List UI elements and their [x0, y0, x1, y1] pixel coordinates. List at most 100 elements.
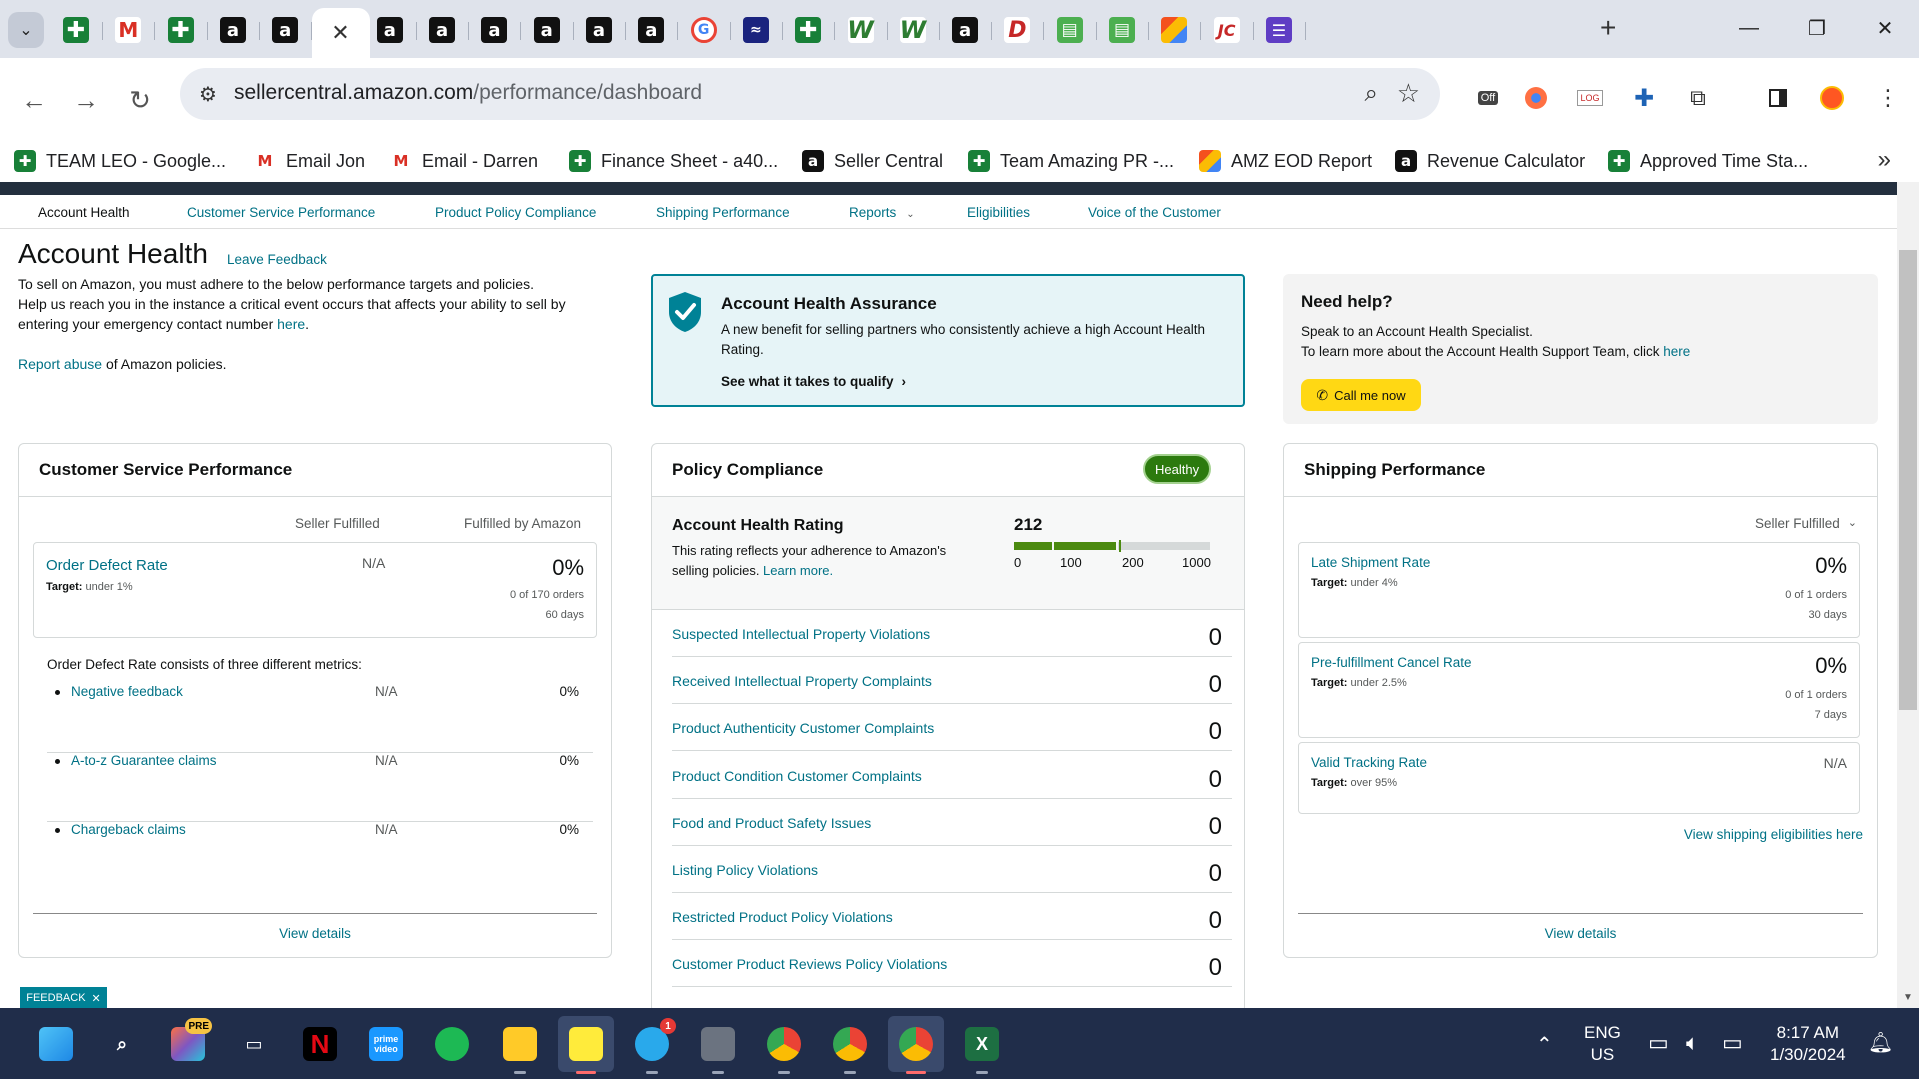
bookmark-star-icon[interactable]: ☆ [1397, 78, 1420, 109]
close-icon[interactable]: ✕ [92, 992, 101, 1005]
subnav-item[interactable]: Voice of the Customer [1088, 205, 1221, 220]
bookmark-item[interactable]: M Email Jon [254, 146, 365, 176]
site-settings-icon[interactable]: ⚙ [196, 82, 220, 106]
subnav-item[interactable]: Reports ⌄ [849, 205, 915, 220]
browser-tab[interactable]: a [521, 10, 574, 50]
login-extension-icon[interactable]: LOG [1572, 80, 1608, 116]
feedback-tab[interactable]: FEEDBACK ✕ [20, 987, 107, 1009]
browser-tab[interactable]: a [416, 10, 470, 50]
shipping-eligibilities-link[interactable]: View shipping eligibilities here [1684, 827, 1863, 842]
firefox-style-extension-icon[interactable] [1518, 80, 1554, 116]
browser-tab[interactable]: M [102, 10, 156, 50]
extension-off-icon[interactable]: Off [1470, 80, 1506, 116]
bookmark-item[interactable]: ✚ Team Amazing PR -... [968, 146, 1174, 176]
policy-row-link[interactable]: Food and Product Safety Issues [672, 815, 871, 831]
notifications-bell-icon[interactable]: 🔔︎ [1868, 1030, 1893, 1055]
browser-tab[interactable]: G [678, 10, 731, 50]
new-tab-button[interactable]: + [1600, 12, 1616, 44]
bookmarks-overflow-button[interactable]: » [1878, 146, 1891, 174]
tab-search-button[interactable]: ⌄ [8, 12, 44, 48]
close-window-button[interactable]: ✕ [1858, 10, 1912, 46]
telegram-taskbar-button[interactable]: 1 [624, 1016, 680, 1074]
address-bar[interactable]: ⚙ sellercentral.amazon.com/performance/d… [180, 68, 1440, 120]
metric-link[interactable]: Chargeback claims [71, 822, 186, 837]
copilot-taskbar-button[interactable]: PRE [160, 1016, 216, 1072]
policy-row-link[interactable]: Product Condition Customer Complaints [672, 768, 922, 784]
policy-row-link[interactable]: Listing Policy Violations [672, 862, 818, 878]
browser-tab[interactable]: JC [1201, 10, 1254, 50]
volume-icon[interactable]: 🔈︎ [1686, 1030, 1699, 1056]
bookmark-item[interactable]: ✚ Finance Sheet - a40... [569, 146, 778, 176]
subnav-item[interactable]: Customer Service Performance [187, 205, 375, 220]
chrome-active-taskbar-button[interactable] [888, 1016, 944, 1074]
network-icon[interactable]: ▭ [1648, 1030, 1669, 1056]
policy-row-link[interactable]: Restricted Product Policy Violations [672, 909, 893, 925]
csp-view-details-link[interactable]: View details [19, 926, 611, 941]
minimize-button[interactable]: — [1722, 10, 1776, 46]
browser-tab[interactable]: a [259, 10, 313, 50]
browser-tab[interactable] [1148, 10, 1202, 50]
browser-tab[interactable]: ☰ [1253, 10, 1306, 50]
browser-tab[interactable]: ✚ [782, 10, 836, 50]
leave-feedback-link[interactable]: Leave Feedback [227, 252, 327, 267]
subnav-item[interactable]: Product Policy Compliance [435, 205, 596, 220]
bookmark-item[interactable]: ✚ Approved Time Sta... [1608, 146, 1808, 176]
task-view-taskbar-button[interactable]: ▭ [226, 1016, 282, 1072]
browser-tab[interactable]: a [625, 10, 679, 50]
profile-avatar-icon[interactable] [1814, 80, 1850, 116]
file-explorer-taskbar-button[interactable] [492, 1016, 548, 1074]
back-button[interactable]: ← [14, 80, 54, 120]
prime-video-taskbar-button[interactable]: prime video [358, 1016, 414, 1072]
browser-tab[interactable]: ✚ [50, 10, 103, 50]
battery-icon[interactable]: ▭ [1722, 1030, 1743, 1056]
policy-row-link[interactable]: Customer Product Reviews Policy Violatio… [672, 956, 947, 972]
reload-button[interactable]: ↻ [120, 80, 160, 120]
browser-tab[interactable]: ≈ [730, 10, 783, 50]
browser-tab[interactable]: ▤ [1044, 10, 1097, 50]
bookmark-item[interactable]: a Seller Central [802, 146, 943, 176]
scrollbar-thumb[interactable] [1899, 250, 1917, 710]
subnav-item[interactable]: Eligibilities [967, 205, 1030, 220]
aha-qualify-link[interactable]: See what it takes to qualify › [721, 374, 906, 389]
shipping-metric-link[interactable]: Pre-fulfillment Cancel Rate [1311, 655, 1472, 670]
forward-button[interactable]: → [66, 80, 106, 120]
shipping-metric-link[interactable]: Valid Tracking Rate [1311, 755, 1427, 770]
browser-tab[interactable]: W [835, 10, 888, 50]
bookmark-item[interactable]: AMZ EOD Report [1199, 146, 1372, 176]
browser-menu-icon[interactable]: ⋮ [1870, 80, 1906, 116]
netflix-taskbar-button[interactable]: N [292, 1016, 348, 1072]
excel-taskbar-button[interactable]: X [954, 1016, 1010, 1074]
scroll-down-arrow[interactable]: ▼ [1899, 992, 1917, 1006]
order-defect-rate-link[interactable]: Order Defect Rate [46, 557, 168, 574]
zoom-icon[interactable]: ⌕ [1365, 80, 1378, 108]
bookmark-item[interactable]: a Revenue Calculator [1395, 146, 1585, 176]
browser-tab[interactable]: ▤ [1096, 10, 1149, 50]
search-taskbar-button[interactable]: ⌕ [94, 1016, 150, 1072]
restore-button[interactable]: ❐ [1790, 10, 1844, 46]
metric-link[interactable]: Negative feedback [71, 684, 183, 699]
report-abuse-link[interactable]: Report abuse [18, 356, 102, 372]
clock[interactable]: 8:17 AM 1/30/2024 [1770, 1022, 1846, 1066]
url-text[interactable]: sellercentral.amazon.com/performance/das… [234, 81, 702, 105]
emergency-contact-link[interactable]: here [277, 316, 305, 332]
browser-tab[interactable]: D [991, 10, 1045, 50]
spotify-taskbar-button[interactable] [424, 1016, 480, 1072]
sticky-notes-taskbar-button[interactable] [558, 1016, 614, 1074]
extensions-puzzle-icon[interactable]: ⧉ [1680, 80, 1716, 116]
shipping-metric-link[interactable]: Late Shipment Rate [1311, 555, 1430, 570]
browser-tab[interactable]: a [573, 10, 626, 50]
subnav-item[interactable]: Account Health [38, 205, 130, 220]
policy-row-link[interactable]: Suspected Intellectual Property Violatio… [672, 626, 930, 642]
blue-cross-extension-icon[interactable]: ✚ [1626, 80, 1662, 116]
chrome-taskbar-button[interactable] [756, 1016, 812, 1074]
browser-tab[interactable]: a [207, 10, 260, 50]
ahr-learn-more-link[interactable]: Learn more. [763, 563, 833, 578]
active-tab[interactable]: ✕ [311, 8, 370, 58]
call-me-now-button[interactable]: ✆ Call me now [1301, 379, 1421, 411]
browser-tab[interactable]: a [364, 10, 417, 50]
policy-row-link[interactable]: Received Intellectual Property Complaint… [672, 673, 932, 689]
calculator-taskbar-button[interactable] [690, 1016, 746, 1074]
support-team-link[interactable]: here [1663, 344, 1690, 359]
subnav-item[interactable]: Shipping Performance [656, 205, 790, 220]
fulfillment-filter-dropdown[interactable]: Seller Fulfilled ⌄ [1755, 516, 1857, 531]
